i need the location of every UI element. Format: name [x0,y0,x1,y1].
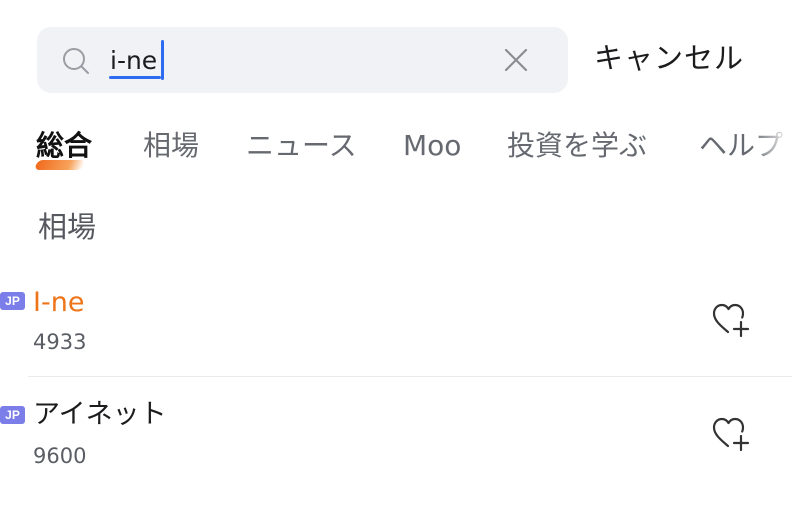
stock-code: 9600 [33,444,87,468]
section-title: 相場 [38,210,97,244]
stock-code: 4933 [33,330,87,354]
search-bar[interactable]: i-ne [37,27,568,93]
stock-name: I-ne [33,287,85,318]
text-caret [161,40,164,80]
stock-name: アイネット [33,399,167,430]
row-divider [28,376,792,377]
tab-moo[interactable]: Moo [403,126,461,166]
composition-underline [109,76,161,79]
tab-learn[interactable]: 投資を学ぶ [507,126,647,166]
market-badge: JP [0,292,25,310]
category-tabs: 総合 相場 ニュース Moo 投資を学ぶ ヘルプ [0,120,792,180]
result-row[interactable]: JP アイネット 9600 [0,395,792,505]
search-page: i-ne キャンセル 総合 相場 ニュース Moo 投資を学ぶ ヘルプ 相場 J… [0,0,792,505]
tabs-fade-overlay [752,120,792,180]
cancel-button[interactable]: キャンセル [594,38,744,78]
heart-plus-icon[interactable] [711,415,751,453]
result-row[interactable]: JP I-ne 4933 [0,282,792,394]
tab-news[interactable]: ニュース [246,126,357,166]
market-badge: JP [0,406,25,424]
active-tab-indicator [34,160,86,170]
close-icon[interactable] [504,48,528,72]
tab-quotes[interactable]: 相場 [143,126,199,166]
heart-plus-icon[interactable] [711,301,751,339]
search-input[interactable]: i-ne [110,42,157,80]
search-icon [63,48,89,74]
